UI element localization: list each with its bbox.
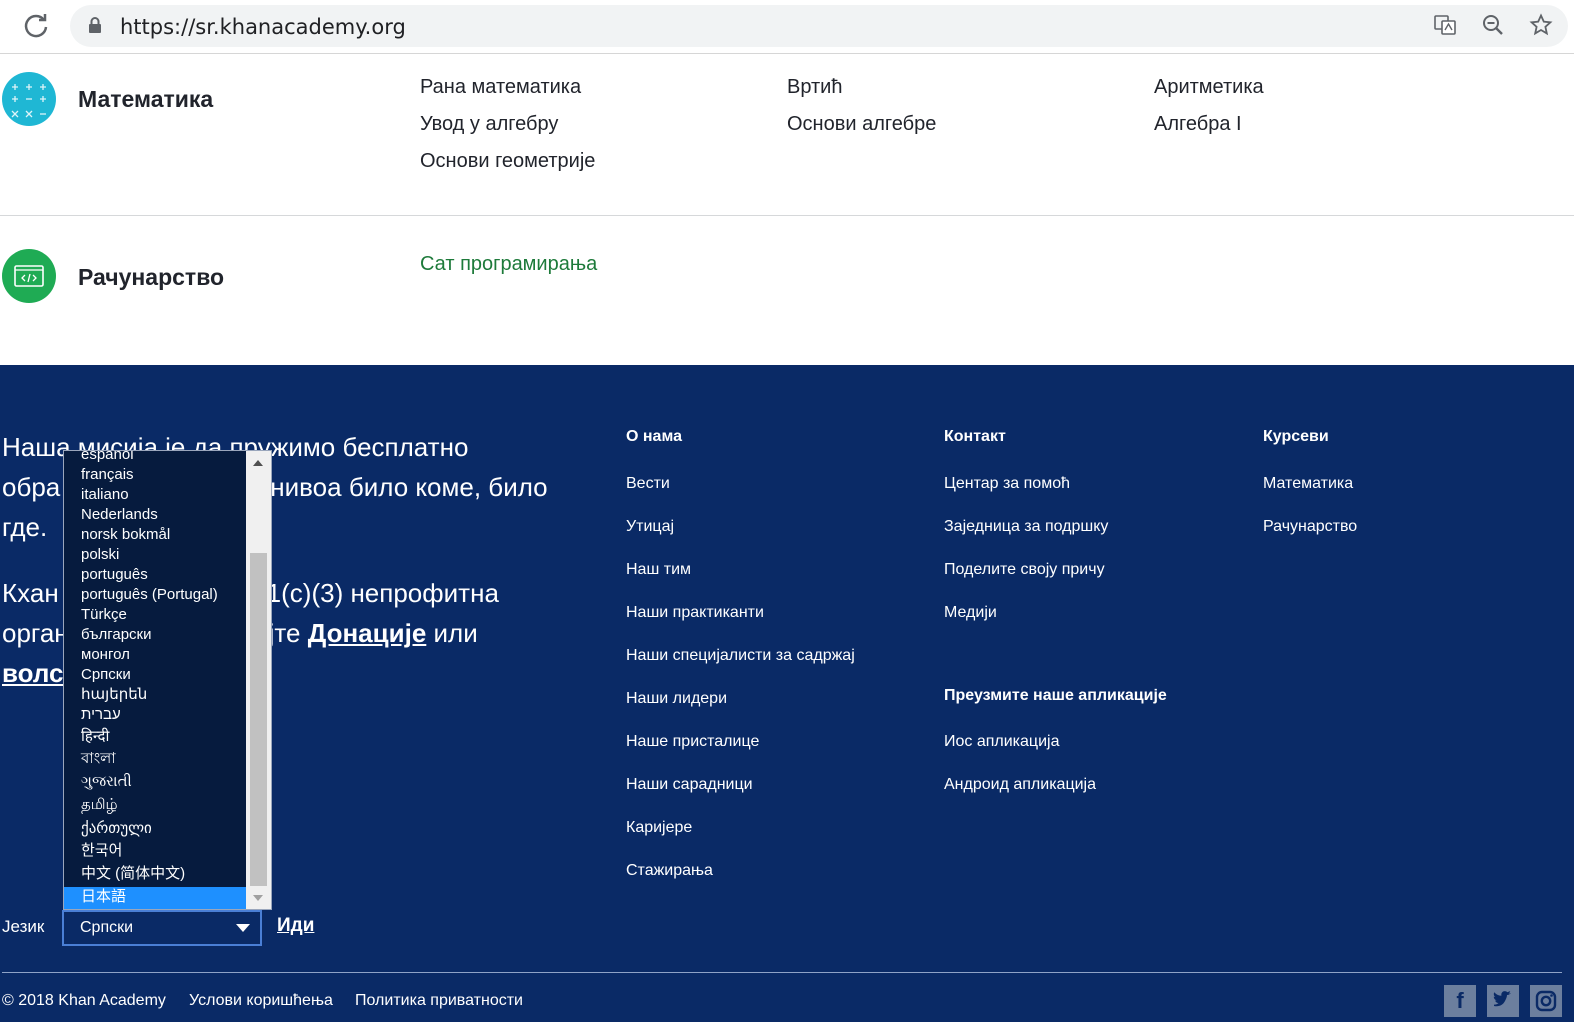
scroll-thumb[interactable] — [250, 553, 267, 886]
footer-link[interactable]: Математика — [1263, 475, 1353, 493]
go-button[interactable]: Иди — [277, 915, 314, 937]
language-option[interactable]: italiano — [64, 485, 247, 505]
footer-link[interactable]: Наши специјалисти за садржај — [626, 647, 855, 665]
language-option[interactable]: Српски — [64, 665, 247, 685]
language-option[interactable]: हिन्दी — [64, 727, 247, 747]
course-link[interactable]: Аритметика — [1154, 76, 1264, 99]
language-option[interactable]: português — [64, 565, 247, 585]
footer-divider — [2, 972, 1562, 973]
footer-link[interactable]: Медији — [944, 604, 997, 622]
translate-icon[interactable] — [1431, 13, 1459, 41]
reload-icon[interactable] — [22, 12, 50, 40]
footer-link[interactable]: Наши лидери — [626, 690, 727, 708]
language-option[interactable]: norsk bokmål — [64, 525, 247, 545]
copyright-text: © 2018 Khan Academy — [2, 992, 166, 1009]
course-link[interactable]: Увод у алгебру — [420, 113, 558, 136]
course-link[interactable]: Основи алгебре — [787, 113, 936, 136]
language-option[interactable]: հայերեն — [64, 685, 247, 705]
terms-link[interactable]: Услови коришћења — [189, 992, 333, 1010]
zoom-icon[interactable] — [1479, 13, 1507, 41]
language-option[interactable]: 한국어 — [64, 841, 247, 861]
language-select[interactable]: Српски — [62, 910, 262, 946]
course-link[interactable]: Алгебра I — [1154, 113, 1242, 136]
language-option[interactable]: монгол — [64, 645, 247, 665]
course-link[interactable]: Рана математика — [420, 76, 581, 99]
language-option[interactable]: עברית — [64, 705, 247, 725]
language-option[interactable]: 中文 (简体中文) — [64, 864, 247, 884]
subject-title-computing[interactable]: Рачунарство — [78, 264, 224, 291]
footer-link[interactable]: Заједница за подршку — [944, 518, 1108, 536]
course-link[interactable]: Сат програмирања — [420, 253, 597, 276]
footer-link[interactable]: Поделите своју причу — [944, 561, 1105, 579]
twitter-icon[interactable] — [1487, 985, 1519, 1017]
language-option[interactable]: português (Portugal) — [64, 585, 247, 605]
footer-link[interactable]: Центар за помоћ — [944, 475, 1070, 493]
footer-link[interactable]: Наши сарадници — [626, 776, 753, 794]
language-option[interactable]: български — [64, 625, 247, 645]
footer-link[interactable]: Андроид апликација — [944, 776, 1096, 794]
scrollbar[interactable] — [246, 451, 271, 909]
footer-link[interactable]: Стажирања — [626, 862, 713, 880]
language-options: español français italiano Nederlands norsk b… — [64, 451, 247, 909]
chevron-down-icon — [236, 924, 250, 932]
footer-heading-apps: Преузмите наше апликације — [944, 687, 1167, 704]
language-dropdown-list[interactable]: español français italiano Nederlands norsk b… — [63, 450, 272, 910]
language-option[interactable]: தமிழ் — [64, 795, 247, 815]
language-option[interactable]: français — [64, 465, 247, 485]
math-icon[interactable] — [2, 72, 56, 126]
facebook-icon[interactable]: f — [1444, 985, 1476, 1017]
footer-link[interactable]: Вести — [626, 475, 670, 493]
language-option[interactable]: polski — [64, 545, 247, 565]
language-option[interactable]: বাংলা — [64, 749, 247, 769]
footer-link[interactable]: Наши практиканти — [626, 604, 764, 622]
footer-heading-contact: Контакт — [944, 428, 1006, 445]
footer-link[interactable]: Иос апликација — [944, 733, 1059, 751]
code-window-icon[interactable] — [2, 249, 56, 303]
subject-math: Математика Рана математика Вртић Аритмет… — [0, 55, 1574, 215]
subject-computing: Рачунарство Сат програмирања — [0, 216, 1574, 364]
volunteer-link[interactable]: волс — [2, 658, 64, 688]
language-option[interactable]: ગુજરાતી — [64, 772, 247, 792]
footer-link[interactable]: Утицај — [626, 518, 674, 536]
browser-toolbar: https://sr.khanacademy.org — [0, 0, 1574, 54]
bookmark-star-icon[interactable] — [1527, 13, 1555, 41]
scroll-down-icon[interactable] — [253, 895, 263, 901]
lock-icon — [88, 17, 102, 33]
donate-link[interactable]: Донације — [308, 618, 427, 648]
privacy-link[interactable]: Политика приватности — [355, 992, 523, 1010]
language-label: Језик — [2, 917, 45, 936]
address-bar[interactable]: https://sr.khanacademy.org — [70, 5, 1568, 47]
instagram-icon[interactable] — [1530, 985, 1562, 1017]
footer-heading-courses: Курсеви — [1263, 428, 1329, 445]
footer-link[interactable]: Наш тим — [626, 561, 691, 579]
language-option[interactable]: español — [64, 451, 247, 465]
url-text[interactable]: https://sr.khanacademy.org — [120, 15, 406, 39]
course-link[interactable]: Основи геометрије — [420, 150, 595, 173]
footer-link[interactable]: Каријере — [626, 819, 692, 837]
language-select-value: Српски — [80, 919, 134, 936]
language-option[interactable]: ქართული — [64, 819, 247, 839]
language-option[interactable]: 日本語 — [64, 887, 247, 909]
course-link[interactable]: Вртић — [787, 76, 842, 99]
footer-link[interactable]: Рачунарство — [1263, 518, 1357, 536]
footer-link[interactable]: Наше присталице — [626, 733, 759, 751]
language-option[interactable]: Türkçe — [64, 605, 247, 625]
scroll-up-icon[interactable] — [253, 460, 263, 466]
footer-heading-about: О нама — [626, 428, 682, 445]
language-option[interactable]: Nederlands — [64, 505, 247, 525]
subject-title-math[interactable]: Математика — [78, 86, 213, 113]
